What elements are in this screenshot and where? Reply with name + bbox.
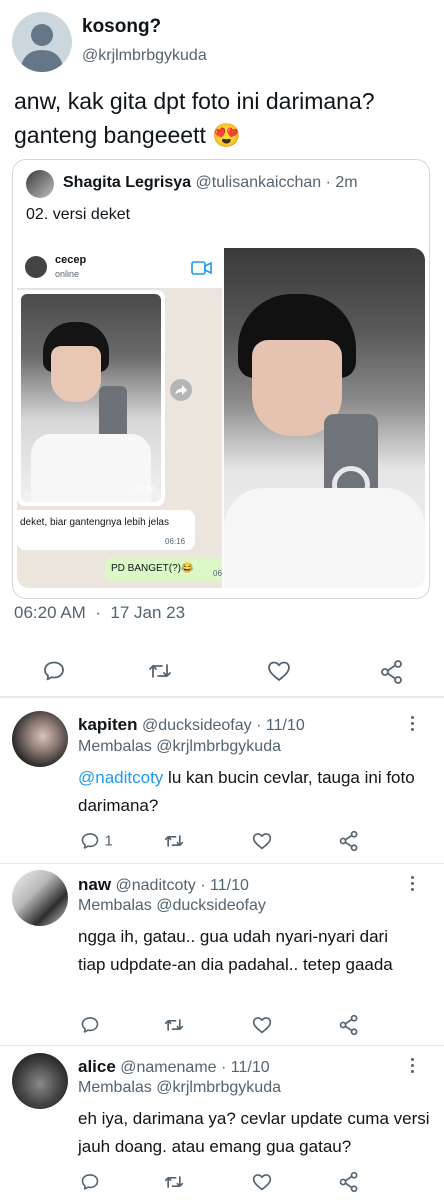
chat-contact-avatar (25, 256, 47, 278)
reply-text: eh iya, darimana ya? cevlar update cuma … (78, 1109, 430, 1156)
like-icon[interactable] (251, 1015, 273, 1035)
reply-header: alice @namename · 11/10 (78, 1057, 270, 1077)
replying-to-handle[interactable]: @krjlmbrbgykuda (156, 1079, 281, 1096)
reply-text: @naditcoty lu kan bucin cevlar, tauga in… (78, 764, 418, 820)
like-icon[interactable] (251, 1172, 273, 1192)
reply-icon[interactable] (80, 1015, 100, 1035)
retweet-icon (149, 664, 171, 678)
main-like-button[interactable] (266, 659, 292, 683)
avatar-placeholder-icon (20, 24, 64, 72)
reply-date: 11/10 (265, 717, 305, 734)
share-icon[interactable] (338, 1171, 360, 1193)
reply-date: 11/10 (230, 1059, 270, 1076)
reply-display-name[interactable]: alice (78, 1057, 116, 1076)
reply-sep: · (200, 877, 206, 894)
forward-icon (175, 385, 187, 395)
reply-text: ngga ih, gatau.. gua udah nyari-nyari da… (78, 927, 393, 974)
retweet-icon[interactable] (163, 1015, 185, 1035)
reply-display-name[interactable]: naw (78, 875, 111, 894)
reply-handle[interactable]: @namename (120, 1059, 216, 1076)
chat-contact-status: online (55, 269, 80, 279)
reply-date: 11/10 (210, 877, 249, 894)
selfie-image[interactable] (224, 248, 425, 588)
reply-display-name[interactable]: kapiten (78, 715, 138, 734)
more-icon[interactable] (411, 876, 415, 894)
main-share-button[interactable] (379, 659, 405, 685)
reply-sep: · (221, 1059, 227, 1076)
replying-prefix: Membalas (78, 1079, 152, 1096)
main-avatar[interactable] (12, 12, 72, 72)
retweet-icon[interactable] (163, 1172, 185, 1192)
reply-icon[interactable] (80, 1172, 100, 1192)
replying-to-line: Membalas @ducksideofay (78, 897, 266, 915)
quoted-text: 02. versi deket (26, 206, 131, 223)
like-icon (268, 661, 290, 681)
main-tweet-text: anw, kak gita dpt foto ini darimana? gan… (14, 84, 434, 152)
replying-to-line: Membalas @krjlmbrbgykuda (78, 1079, 281, 1097)
main-date: 17 Jan 23 (110, 603, 186, 622)
divider (0, 1045, 444, 1046)
forward-button[interactable] (170, 379, 192, 401)
chat-photo-time: 06:16 (133, 484, 156, 494)
quoted-display-name: Shagita Legrisya (63, 174, 192, 191)
quoted-time: 2m (335, 174, 358, 191)
quoted-sep: · (325, 174, 331, 191)
main-retweet-button[interactable] (147, 659, 173, 683)
chat-photo: 06:16 (21, 294, 161, 502)
retweet-icon[interactable] (163, 831, 185, 851)
chat-message-text: deket, biar gantengnya lebih jelas (20, 517, 169, 528)
like-icon[interactable] (251, 831, 273, 851)
divider (0, 696, 444, 698)
more-icon[interactable] (411, 1058, 415, 1076)
chat-reply-bubble: PD BANGET(?)😂 06 (105, 557, 222, 581)
reply-icon (81, 833, 99, 849)
chat-contact-name: cecep (55, 254, 87, 266)
reply-avatar[interactable] (12, 870, 68, 926)
divider (0, 863, 444, 864)
heart-eyes-emoji: 😍 (212, 122, 241, 148)
replying-prefix: Membalas (78, 738, 152, 755)
chat-photo-bubble: 06:16 (17, 290, 165, 506)
share-icon[interactable] (338, 830, 360, 852)
main-display-name[interactable]: kosong? (82, 16, 161, 38)
main-date-sep: · (95, 603, 101, 622)
main-time: 06:20 AM (14, 603, 86, 622)
chat-reply-text: PD BANGET(?)😂 (111, 563, 194, 574)
quoted-header: Shagita Legrisya @tulisankaicchan · 2m (63, 174, 358, 192)
share-icon (381, 660, 402, 684)
reply-avatar[interactable] (12, 711, 68, 767)
chat-screenshot-image[interactable]: cecep online 06:16 deket, biar gantengny… (17, 248, 222, 588)
reply-count: 1 (104, 832, 113, 850)
reply-reply-button[interactable]: 1 (80, 831, 113, 851)
chat-header: cecep online (17, 248, 222, 289)
reply-header: kapiten @ducksideofay · 11/10 (78, 715, 305, 735)
reply-avatar[interactable] (12, 1053, 68, 1109)
reply-header: naw @naditcoty · 11/10 (78, 875, 249, 895)
reply-handle[interactable]: @naditcoty (116, 877, 196, 894)
main-tweet-text-body: anw, kak gita dpt foto ini darimana? gan… (14, 88, 375, 148)
chat-message-time: 06:16 (165, 537, 186, 546)
replying-prefix: Membalas (78, 897, 152, 914)
reply-icon (44, 661, 64, 681)
video-call-icon (191, 261, 212, 275)
more-icon[interactable] (411, 716, 415, 734)
reply-handle[interactable]: @ducksideofay (142, 717, 252, 734)
main-timestamp[interactable]: 06:20 AM · 17 Jan 23 (14, 603, 185, 623)
replying-to-handle[interactable]: @krjlmbrbgykuda (156, 738, 281, 755)
quoted-tweet[interactable]: Shagita Legrisya @tulisankaicchan · 2m 0… (12, 159, 430, 599)
chat-reply-time: 06 (213, 569, 222, 578)
chat-message-bubble: deket, biar gantengnya lebih jelas 06:16 (17, 510, 195, 550)
reply-mention[interactable]: @naditcoty (78, 768, 163, 787)
quoted-avatar (26, 170, 54, 198)
reply-sep: · (256, 717, 262, 734)
replying-to-line: Membalas @krjlmbrbgykuda (78, 738, 281, 756)
replying-to-handle[interactable]: @ducksideofay (156, 897, 266, 914)
main-handle[interactable]: @krjlmbrbgykuda (82, 47, 207, 65)
quoted-handle: @tulisankaicchan (195, 174, 322, 191)
share-icon[interactable] (338, 1014, 360, 1036)
main-reply-button[interactable] (42, 659, 66, 683)
